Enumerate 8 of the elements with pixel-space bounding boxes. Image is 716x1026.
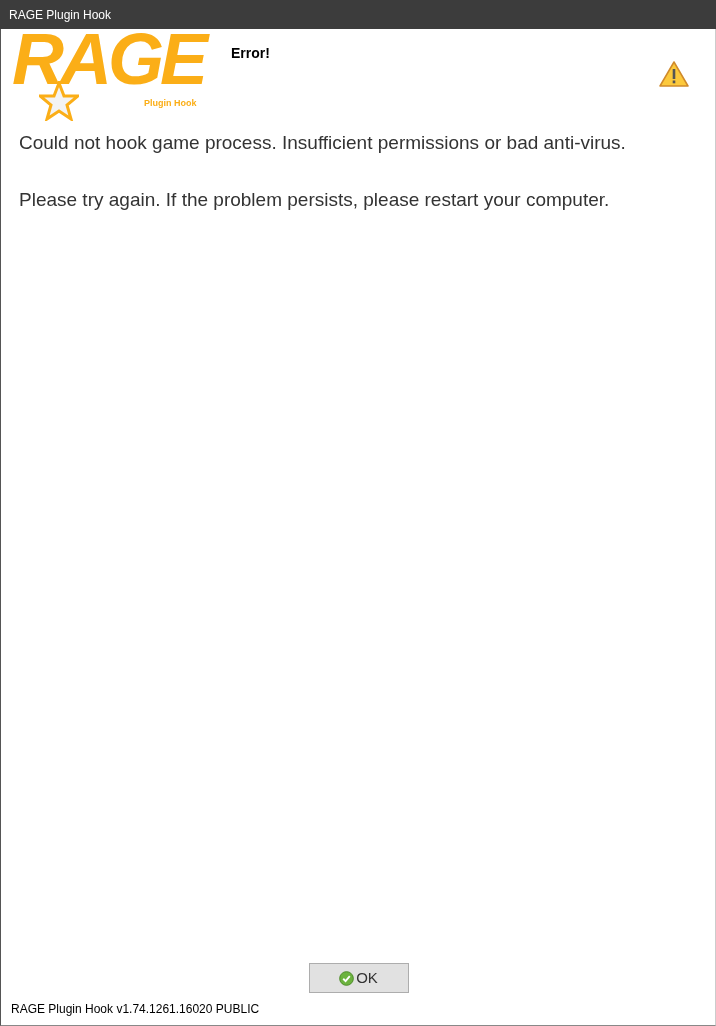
window-title: RAGE Plugin Hook xyxy=(9,6,112,24)
error-message: Please try again. If the problem persists, please restart your computer. xyxy=(19,188,611,212)
ok-button[interactable]: OK xyxy=(308,963,409,993)
status-text: RAGE Plugin Hook v1.74.1261.16020 PUBLIC xyxy=(11,1001,260,1018)
error-heading: Error! xyxy=(231,44,270,63)
check-icon xyxy=(339,970,355,986)
warning-icon xyxy=(659,61,689,87)
error-message: Could not hook game process. Insufficient permissions or bad anti-virus. xyxy=(19,131,627,155)
